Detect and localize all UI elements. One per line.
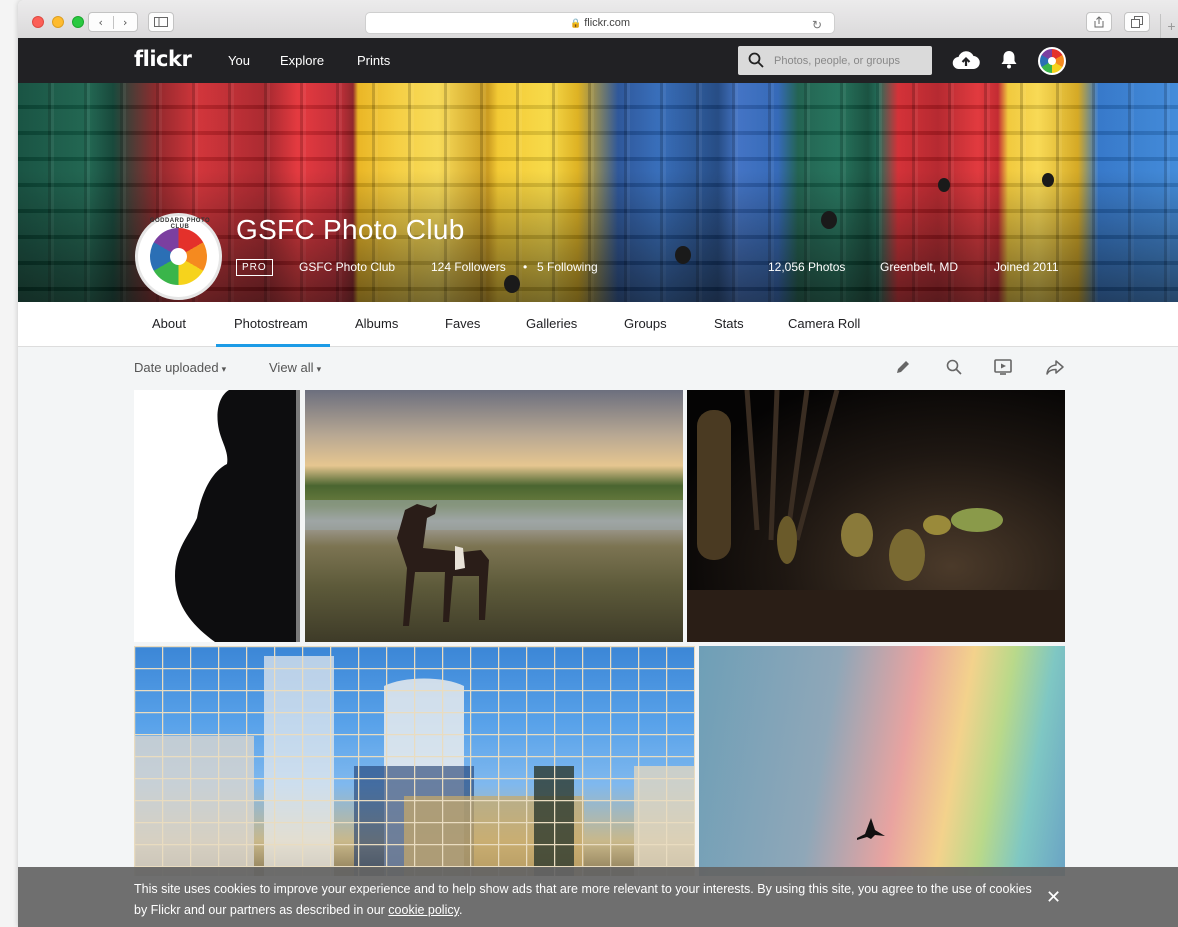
close-icon[interactable]: ✕ (1046, 887, 1061, 908)
window-controls (32, 16, 84, 28)
slideshow-icon[interactable] (993, 358, 1013, 376)
tabs-overview-button[interactable] (1124, 12, 1150, 32)
cookie-policy-link[interactable]: cookie policy (388, 903, 459, 917)
tab-faves[interactable]: Faves (445, 316, 480, 331)
tab-albums[interactable]: Albums (355, 316, 398, 331)
tab-photostream[interactable]: Photostream (234, 316, 308, 331)
view-label: View all (269, 360, 314, 375)
address-bar[interactable]: 🔒 flickr.com ↻ (365, 12, 835, 34)
browser-window: ‹ › 🔒 flickr.com ↻ + flickr You Explore P… (18, 0, 1178, 927)
nav-prints[interactable]: Prints (357, 53, 390, 68)
cookie-text-end: . (458, 903, 463, 917)
tabs-icon (1131, 16, 1143, 28)
bird-rainbow-photo[interactable] (699, 646, 1065, 876)
tab-stats[interactable]: Stats (714, 316, 744, 331)
building-reflection-photo[interactable] (134, 646, 695, 876)
upload-cloud-icon[interactable] (952, 50, 980, 70)
photo-count: 12,056 Photos (768, 260, 846, 274)
zoom-window-button[interactable] (72, 16, 84, 28)
cookie-message: This site uses cookies to improve your e… (134, 879, 1034, 921)
cookie-text: This site uses cookies to improve your e… (134, 882, 1032, 917)
minimize-window-button[interactable] (52, 16, 64, 28)
view-dropdown[interactable]: View all ▾ (269, 360, 321, 375)
joined-date: Joined 2011 (994, 260, 1059, 274)
chevron-down-icon: ▾ (316, 364, 322, 374)
search-box (738, 46, 932, 75)
user-avatar[interactable] (1038, 47, 1066, 75)
reload-button[interactable]: ↻ (812, 15, 822, 35)
notifications-bell-icon[interactable] (1000, 50, 1018, 70)
edit-pencil-icon[interactable] (894, 358, 912, 376)
building-scene-shape (134, 646, 695, 876)
pregnant-silhouette-photo[interactable] (134, 390, 300, 642)
pro-badge: PRO (236, 259, 273, 276)
active-tab-indicator (216, 344, 330, 347)
dog-scene-shape (305, 500, 683, 626)
cookie-banner: This site uses cookies to improve your e… (18, 867, 1178, 927)
tab-about[interactable]: About (152, 316, 186, 331)
cactus-scene-shape (687, 390, 1065, 642)
sort-label: Date uploaded (134, 360, 219, 375)
door-knob-shape (504, 275, 520, 293)
close-window-button[interactable] (32, 16, 44, 28)
sidebar-toggle-button[interactable] (148, 12, 174, 32)
dog-in-marsh-photo[interactable] (305, 390, 683, 642)
profile-name: GSFC Photo Club (236, 214, 465, 245)
flickr-top-nav: flickr You Explore Prints (18, 38, 1178, 83)
tab-camera-roll[interactable]: Camera Roll (788, 316, 860, 331)
search-input[interactable] (774, 46, 928, 75)
share-arrow-icon[interactable] (1045, 358, 1065, 376)
profile-tabs: About Photostream Albums Faves Galleries… (18, 302, 1178, 347)
nav-explore[interactable]: Explore (280, 53, 324, 68)
tab-groups[interactable]: Groups (624, 316, 667, 331)
sidebar-icon (154, 17, 168, 27)
profile-username: GSFC Photo Club (299, 260, 396, 274)
cover-photo-banner: GODDARD PHOTO CLUB GSFC Photo Club PRO G… (18, 83, 1178, 302)
search-photostream-icon[interactable] (945, 358, 963, 376)
club-avatar[interactable]: GODDARD PHOTO CLUB (135, 213, 222, 300)
history-nav: ‹ › (88, 12, 138, 32)
door-knob-shape (821, 211, 837, 229)
tab-galleries[interactable]: Galleries (526, 316, 577, 331)
silhouette-shape (175, 390, 300, 642)
share-icon (1094, 16, 1104, 28)
forward-button[interactable]: › (114, 16, 138, 29)
meta-separator: • (523, 260, 528, 274)
sort-dropdown[interactable]: Date uploaded ▾ (134, 360, 226, 375)
followers-link[interactable]: 124 Followers (431, 260, 506, 274)
door-knob-shape (1042, 173, 1054, 187)
cactus-at-night-photo[interactable] (687, 390, 1065, 642)
profile-location: Greenbelt, MD (880, 260, 959, 274)
door-knob-shape (938, 178, 950, 192)
bird-shape (857, 818, 885, 840)
chevron-down-icon: ▾ (221, 364, 227, 374)
door-knob-shape (675, 246, 691, 264)
search-icon[interactable] (748, 52, 764, 68)
share-button[interactable] (1086, 12, 1112, 32)
lock-icon: 🔒 (569, 18, 582, 28)
back-button[interactable]: ‹ (89, 15, 114, 29)
following-link[interactable]: 5 Following (537, 260, 598, 274)
new-tab-button[interactable]: + (1160, 14, 1178, 38)
url-text: flickr.com (584, 17, 631, 29)
flickr-logo[interactable]: flickr (134, 47, 192, 71)
nav-you[interactable]: You (228, 53, 250, 68)
camera-aperture-icon (150, 228, 207, 285)
